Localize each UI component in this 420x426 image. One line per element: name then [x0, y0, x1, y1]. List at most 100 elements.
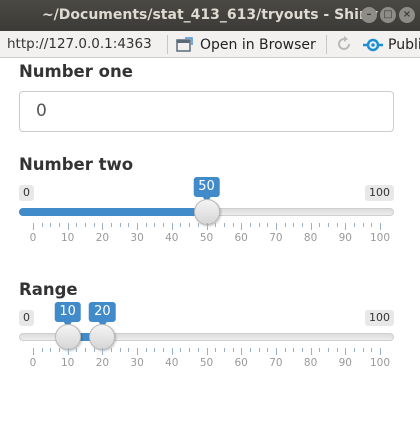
tick-label: 60 — [234, 357, 248, 369]
tick-major — [275, 348, 277, 355]
minimize-button[interactable]: – — [361, 7, 377, 23]
tick-minor — [93, 223, 95, 227]
tick-minor — [85, 348, 87, 352]
tick-minor — [50, 223, 52, 227]
tick-major — [345, 223, 347, 230]
tick-minor — [223, 223, 225, 227]
number-one-label: Number one — [19, 62, 133, 81]
viewer-toolbar: http://127.0.0.1:4363 Open in Browser Pu… — [0, 31, 420, 58]
tick-minor — [258, 223, 260, 227]
slider-handle[interactable] — [193, 199, 220, 225]
tick-minor — [50, 348, 52, 352]
tick-minor — [223, 348, 225, 352]
range-low-handle[interactable] — [54, 324, 81, 350]
tick-minor — [119, 223, 121, 227]
range-high-handle[interactable] — [89, 324, 116, 350]
tick-major — [137, 223, 139, 230]
slider-max-label: 100 — [365, 310, 394, 326]
tick-major — [310, 223, 312, 230]
open-browser-icon — [176, 36, 193, 52]
slider-min-label: 0 — [19, 310, 34, 326]
range-low-badge: 10 — [54, 302, 81, 328]
tick-label: 10 — [61, 357, 75, 369]
tick-minor — [284, 223, 286, 227]
tick-minor — [249, 348, 251, 352]
publish-label: Publi — [388, 36, 420, 53]
tick-minor — [111, 348, 113, 352]
tick-minor — [197, 348, 199, 352]
slider-max-label: 100 — [365, 185, 394, 201]
number-one-input[interactable]: 0 — [19, 91, 394, 132]
tick-minor — [163, 223, 165, 227]
tick-major — [171, 348, 173, 355]
tick-label: 0 — [29, 357, 37, 369]
tick-minor — [362, 223, 364, 227]
tick-minor — [353, 348, 355, 352]
tick-minor — [232, 348, 234, 352]
tick-label: 70 — [269, 232, 283, 244]
tick-major — [380, 348, 381, 355]
tick-label: 80 — [303, 357, 318, 369]
tick-minor — [76, 348, 78, 352]
tick-minor — [327, 223, 329, 227]
maximize-button[interactable]: □ — [380, 7, 396, 23]
range-label: Range — [19, 280, 78, 299]
tick-major — [102, 223, 104, 230]
tick-label: 60 — [234, 232, 248, 244]
tick-minor — [119, 348, 121, 352]
tick-major — [67, 223, 69, 230]
tick-minor — [180, 223, 182, 227]
tick-minor — [336, 348, 338, 352]
tick-major — [206, 348, 208, 355]
tick-minor — [163, 348, 165, 352]
slider-min-label: 0 — [19, 185, 34, 201]
tick-major — [310, 348, 312, 355]
tick-minor — [197, 223, 199, 227]
refresh-icon[interactable] — [336, 36, 352, 52]
tick-minor — [189, 223, 191, 227]
open-in-browser-button[interactable]: Open in Browser — [176, 35, 316, 54]
publish-icon — [363, 38, 383, 51]
tick-label: 30 — [130, 357, 144, 369]
tick-minor — [59, 223, 61, 227]
tick-label: 30 — [130, 232, 144, 244]
tick-major — [67, 348, 69, 355]
tick-label: 10 — [61, 232, 75, 244]
tick-major — [241, 223, 243, 230]
tick-minor — [301, 223, 303, 227]
tick-minor — [85, 223, 87, 227]
slider-fill-bar — [19, 208, 207, 216]
tick-label: 20 — [95, 232, 110, 244]
tick-minor — [232, 223, 234, 227]
tick-label: 90 — [338, 357, 352, 369]
tick-label: 100 — [369, 232, 391, 244]
range-high-badge: 20 — [89, 302, 116, 328]
tick-label: 40 — [165, 232, 179, 244]
close-button[interactable]: × — [399, 7, 415, 23]
tick-minor — [154, 348, 156, 352]
number-two-label: Number two — [19, 155, 134, 174]
tick-minor — [293, 348, 295, 352]
tick-minor — [93, 348, 95, 352]
range-slider[interactable]: 0 100 10 20 0 10 20 30 40 50 60 70 80 90 100 — [19, 302, 394, 380]
publish-button[interactable]: Publi — [362, 35, 420, 54]
tick-label: 50 — [199, 357, 214, 369]
tick-minor — [128, 348, 130, 352]
tick-minor — [267, 223, 269, 227]
tick-label: 70 — [269, 357, 283, 369]
url-text[interactable]: http://127.0.0.1:4363 — [7, 36, 152, 52]
tick-minor — [128, 223, 130, 227]
number-two-slider[interactable]: 0 100 50 0 10 20 30 40 50 60 70 80 90 100 — [19, 177, 394, 255]
tick-minor — [319, 348, 321, 352]
tick-minor — [362, 348, 364, 352]
tick-minor — [41, 223, 43, 227]
tick-minor — [41, 348, 43, 352]
slider-grid: 0 10 20 30 40 50 60 70 80 90 100 — [19, 348, 394, 378]
window-title: ~/Documents/stat_413_613/tryouts - Shiny — [41, 7, 379, 23]
tick-label: 80 — [303, 232, 318, 244]
tick-minor — [111, 223, 113, 227]
tick-major — [345, 348, 347, 355]
slider-grid: 0 10 20 30 40 50 60 70 80 90 100 — [19, 223, 394, 253]
tick-minor — [76, 223, 78, 227]
tick-major — [102, 348, 104, 355]
